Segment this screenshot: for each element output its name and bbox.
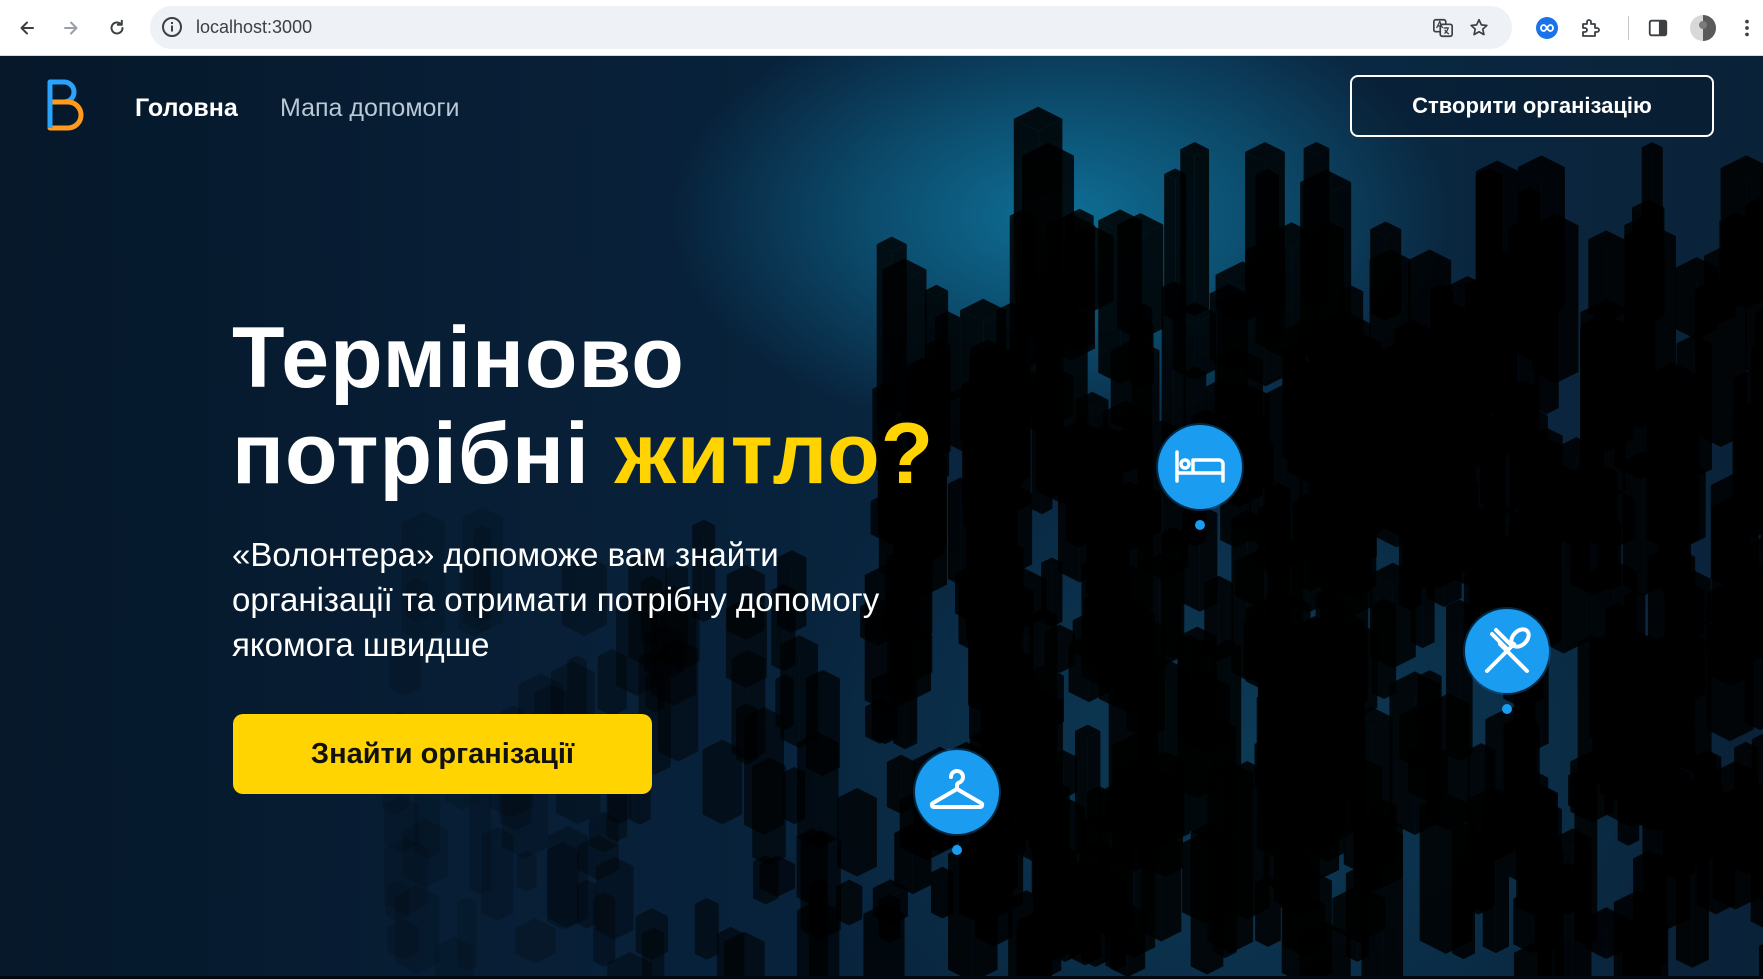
find-organizations-button[interactable]: Знайти організації: [233, 714, 652, 794]
landing-page: Головна Мапа допомоги Створити організац…: [0, 56, 1763, 979]
site-info-icon[interactable]: [160, 15, 184, 39]
extension-loop-icon[interactable]: [1531, 12, 1563, 44]
nav-help-map-link[interactable]: Мапа допомоги: [280, 94, 460, 123]
pin-clothing[interactable]: [912, 747, 1002, 855]
hero-title: Терміново потрібні житло?: [232, 310, 934, 502]
extensions-puzzle-icon[interactable]: [1575, 12, 1607, 44]
pin-food[interactable]: [1462, 606, 1552, 714]
hero-subtitle: «Волонтера» допоможе вам знайти організа…: [232, 536, 880, 663]
browser-toolbar: localhost:3000: [0, 0, 1763, 56]
forward-button[interactable]: [53, 10, 89, 46]
create-organization-button[interactable]: Створити організацію: [1350, 75, 1714, 137]
address-bar[interactable]: localhost:3000: [150, 6, 1512, 49]
url-text[interactable]: localhost:3000: [196, 17, 312, 38]
hero-title-accent: житло?: [614, 406, 935, 502]
toolbar-divider: [1628, 16, 1629, 40]
more-menu-icon[interactable]: [1731, 12, 1763, 44]
pin-housing[interactable]: [1155, 422, 1245, 530]
translate-icon[interactable]: [1430, 15, 1456, 41]
nav-home-link[interactable]: Головна: [135, 94, 238, 123]
city-background-illustration: [382, 106, 1763, 979]
forward-icon: [64, 21, 78, 35]
side-panel-icon[interactable]: [1642, 12, 1674, 44]
volontera-logo[interactable]: [46, 78, 90, 132]
hero-title-line2: потрібні: [232, 406, 590, 502]
bookmark-star-icon[interactable]: [1466, 15, 1492, 41]
profile-avatar[interactable]: [1687, 12, 1719, 44]
back-icon: [20, 21, 34, 35]
reload-icon: [110, 19, 124, 35]
hero-title-line1: Терміново: [232, 310, 685, 406]
back-button[interactable]: [9, 10, 45, 46]
reload-button[interactable]: [99, 10, 135, 46]
